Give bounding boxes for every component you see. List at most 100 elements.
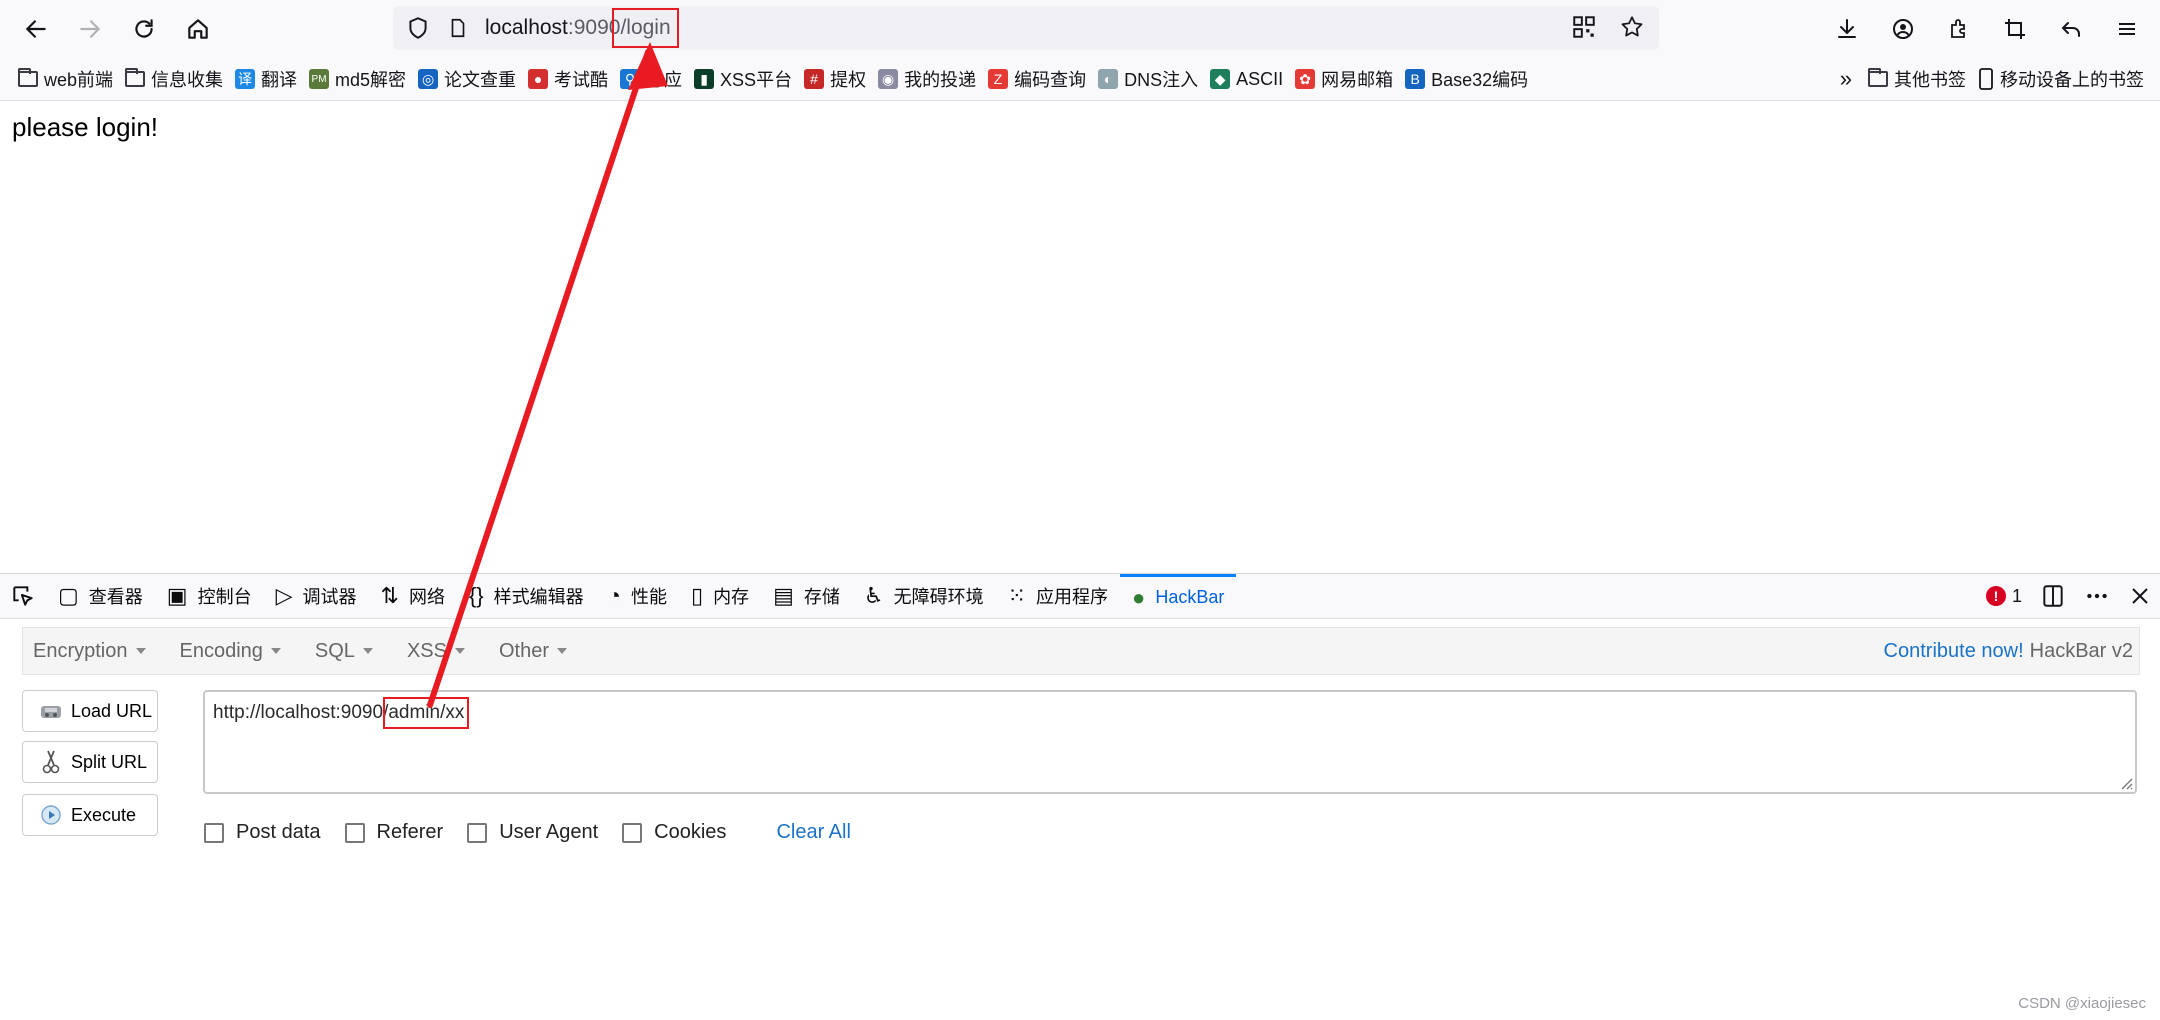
bookmark-item[interactable]: ✿ 网易邮箱 (1295, 66, 1393, 92)
bookmark-label: 网易邮箱 (1321, 70, 1394, 90)
close-devtools-icon[interactable] (2128, 584, 2152, 608)
devtools-tab-label: 调试器 (302, 587, 357, 607)
bookmark-label: ASCII (1236, 68, 1284, 89)
bookmark-item[interactable]: ◐ DNS注入 (1098, 66, 1198, 92)
hackbar-menu-item[interactable]: Encryption (33, 640, 146, 663)
hackbar-menu-label: Encoding (179, 639, 263, 662)
bookmark-item[interactable]: PM md5解密 (309, 66, 406, 92)
devtools-tab[interactable]: ▣ 控制台 (155, 574, 264, 618)
devtools-tab-label: 存储 (803, 587, 840, 607)
bookmark-item[interactable]: ⚲ 必应 (620, 66, 682, 92)
download-icon (1838, 19, 1856, 38)
cookies-option[interactable]: Cookies (622, 821, 726, 844)
bookmark-item[interactable]: ◎ 论文查重 (418, 66, 516, 92)
screenshot-button[interactable] (1998, 7, 2032, 51)
post-data-checkbox[interactable] (204, 822, 224, 843)
post-data-option[interactable]: Post data (204, 821, 321, 844)
storage-icon: ▤ (773, 583, 794, 608)
devtools-tab[interactable]: ▷ 调试器 (264, 574, 369, 618)
hackbar-icon: ● (1132, 584, 1146, 610)
bookmark-label: 翻译 (261, 70, 298, 90)
mobile-device-icon (1979, 68, 1993, 90)
load-url-button[interactable]: Load URL (22, 690, 158, 732)
post-data-label: Post data (236, 821, 321, 843)
hackbar-url-textarea[interactable]: http://localhost:9090/ admin/xx (203, 690, 2137, 794)
referer-checkbox[interactable] (344, 822, 365, 843)
forward-button[interactable] (68, 7, 112, 51)
inspector-icon: ▢ (58, 583, 79, 608)
ascii-icon: ◆ (1210, 69, 1231, 89)
hackbar-menu-item[interactable]: Other (499, 640, 567, 663)
hackbar-menu-right: Contribute now! HackBar v2 (1884, 628, 2133, 674)
devtools-tab[interactable]: {} 样式编辑器 (457, 574, 596, 618)
bookmark-item[interactable]: # 提权 (804, 66, 866, 92)
url-actions (1571, 14, 1645, 40)
user-agent-checkbox[interactable] (467, 822, 488, 843)
hackbar-menu-item[interactable]: SQL (315, 640, 373, 663)
hackbar-url-prefix: http://localhost:9090/ (213, 702, 389, 723)
account-icon (1893, 19, 1913, 39)
error-count-badge[interactable]: ! 1 (1985, 586, 2022, 607)
hackbar-menu-item[interactable]: XSS (407, 640, 465, 663)
dock-side-icon[interactable] (2040, 583, 2066, 609)
element-picker-button[interactable] (0, 574, 46, 618)
extensions-button[interactable] (1942, 7, 1976, 51)
devtools-tab-label: 性能 (630, 587, 667, 607)
dns-icon: ◐ (1098, 69, 1119, 89)
account-button[interactable] (1886, 7, 1920, 51)
tracking-protection-shield-icon[interactable] (405, 15, 431, 41)
devtools-tab-label: HackBar (1155, 587, 1225, 607)
bookmark-item[interactable]: 信息收集 (125, 66, 223, 92)
hackbar-menu-item[interactable]: Encoding (180, 640, 281, 663)
resize-grip-icon[interactable] (2117, 774, 2133, 790)
referer-option[interactable]: Referer (344, 821, 443, 844)
reload-button[interactable] (122, 7, 166, 51)
execute-button[interactable]: Execute (22, 794, 158, 836)
downloads-button[interactable] (1830, 7, 1864, 51)
user-agent-label: User Agent (499, 821, 599, 843)
contribute-link[interactable]: Contribute now! (1884, 640, 2024, 663)
qr-code-icon[interactable] (1571, 14, 1597, 40)
b-icon: B (1405, 69, 1426, 89)
bookmark-item[interactable]: web前端 (18, 66, 113, 92)
more-options-icon[interactable] (2084, 583, 2110, 609)
devtools-tab[interactable]: ▤ 存储 (761, 574, 852, 618)
bookmark-item[interactable]: ◉ 我的投递 (878, 66, 976, 92)
devtools-tab[interactable]: ♿ 无障碍环境 (852, 574, 996, 618)
page-info-icon[interactable] (447, 15, 469, 41)
bookmark-star-icon[interactable] (1619, 14, 1645, 40)
back-button[interactable] (14, 7, 58, 51)
bookmark-item[interactable]: Z 编码查询 (988, 66, 1086, 92)
style-editor-icon: {} (468, 583, 484, 608)
home-button[interactable] (176, 7, 220, 51)
devtools-tab[interactable]: ⁙ 应用程序 (996, 574, 1120, 618)
other-bookmarks[interactable]: 其他书签 (1868, 66, 1966, 92)
app-menu-button[interactable] (2110, 7, 2144, 51)
devtools-tab[interactable]: ▢ 查看器 (46, 574, 155, 618)
bookmark-item[interactable]: 译翻译 (235, 66, 297, 92)
devtools-tab[interactable]: ▯ 内存 (679, 574, 761, 618)
devtools-tab[interactable]: ⇅ 网络 (369, 574, 457, 618)
mobile-bookmarks[interactable]: 移动设备上的书签 (1978, 66, 2144, 92)
bookmark-item[interactable]: ◆ ASCII (1210, 69, 1283, 90)
hackbar-options: Post data Referer User Agent Cookies Cle… (204, 821, 851, 844)
address-bar[interactable]: localhost :9090 /login (393, 6, 1659, 50)
cookies-checkbox[interactable] (622, 822, 643, 843)
chevron-more-bookmarks-icon[interactable]: » (1840, 66, 1852, 92)
paper-check-icon: ◎ (418, 69, 439, 89)
caret-down-icon (135, 648, 146, 654)
devtools-tab[interactable]: ◔ 性能 (596, 574, 679, 618)
url-text[interactable]: localhost :9090 /login (485, 8, 679, 48)
undo-button[interactable] (2054, 7, 2088, 51)
hackbar-menu-list: Encryption Encoding SQL XSS Other (23, 640, 591, 663)
bookmark-item[interactable]: ● 考试酷 (528, 66, 608, 92)
bookmark-label: web前端 (44, 70, 114, 90)
user-agent-option[interactable]: User Agent (467, 821, 598, 844)
mobile-bookmarks-label: 移动设备上的书签 (2000, 70, 2144, 90)
bookmark-item[interactable]: ▮ XSS平台 (694, 66, 792, 92)
split-url-button[interactable]: Split URL (22, 741, 158, 783)
folder-icon (18, 68, 38, 87)
devtools-tab[interactable]: ● HackBar (1120, 574, 1237, 618)
clear-all-link[interactable]: Clear All (776, 821, 850, 844)
bookmark-item[interactable]: B Base32编码 (1405, 66, 1528, 92)
